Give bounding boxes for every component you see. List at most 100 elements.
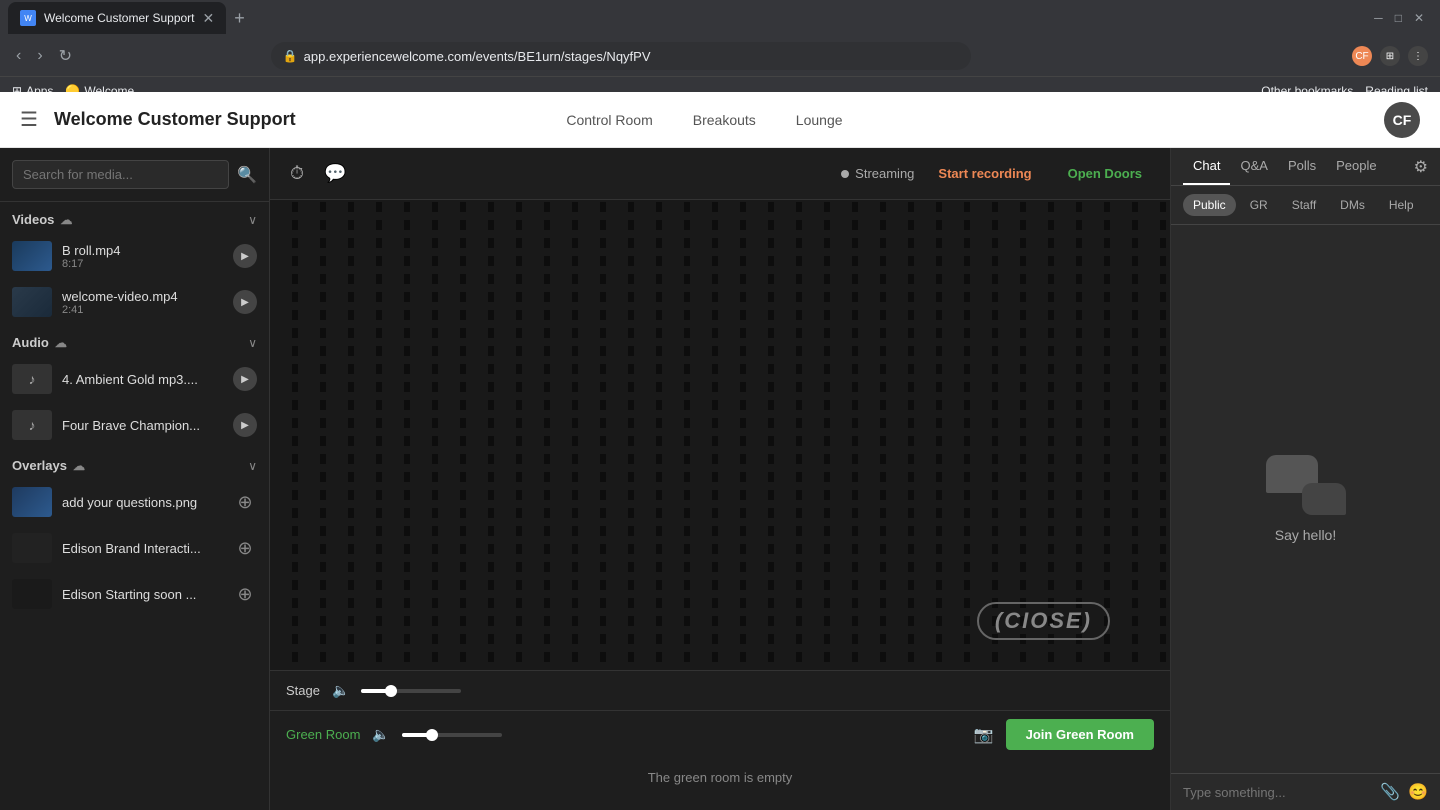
overlay-thumb-starting bbox=[12, 579, 52, 609]
stage-video: (CIOSE) bbox=[270, 200, 1170, 670]
videos-label: Videos bbox=[12, 212, 54, 227]
overlay-item-questions[interactable]: add your questions.png ⊕ bbox=[0, 479, 269, 525]
active-tab[interactable]: W Welcome Customer Support ✕ bbox=[8, 2, 226, 34]
search-icon[interactable]: 🔍 bbox=[237, 165, 257, 185]
overlay-info-starting: Edison Starting soon ... bbox=[62, 587, 223, 602]
add-overlay-starting-btn[interactable]: ⊕ bbox=[233, 582, 257, 606]
window-controls: ─ □ ✕ bbox=[1374, 11, 1432, 25]
tab-chat[interactable]: Chat bbox=[1183, 148, 1230, 185]
green-room-camera-icon[interactable]: 📷 bbox=[974, 725, 994, 745]
url-bar[interactable]: 🔒 app.experiencewelcome.com/events/BE1ur… bbox=[271, 42, 971, 70]
tab-bar: W Welcome Customer Support ✕ + ─ □ ✕ bbox=[0, 0, 1440, 36]
overlays-label: Overlays bbox=[12, 458, 67, 473]
url-text: app.experiencewelcome.com/events/BE1urn/… bbox=[304, 49, 651, 64]
add-overlay-questions-btn[interactable]: ⊕ bbox=[233, 490, 257, 514]
video-info-welcome: welcome-video.mp4 2:41 bbox=[62, 289, 223, 316]
hamburger-menu-icon[interactable]: ☰ bbox=[20, 107, 38, 132]
chat-emoji-icon[interactable]: 😊 bbox=[1408, 782, 1428, 802]
open-doors-btn[interactable]: Open Doors bbox=[1056, 160, 1154, 187]
sub-tab-public[interactable]: Public bbox=[1183, 194, 1236, 216]
app-header: ☰ Welcome Customer Support Control Room … bbox=[0, 92, 1440, 148]
minimize-btn[interactable]: ─ bbox=[1374, 11, 1383, 25]
nav-breakouts[interactable]: Breakouts bbox=[693, 108, 756, 132]
video-item-welcome[interactable]: welcome-video.mp4 2:41 ▶ bbox=[0, 279, 269, 325]
overlay-item-starting[interactable]: Edison Starting soon ... ⊕ bbox=[0, 571, 269, 617]
start-recording-btn[interactable]: Start recording bbox=[926, 160, 1043, 187]
stage-controls: Stage 🔈 bbox=[270, 670, 1170, 710]
overlay-name-questions: add your questions.png bbox=[62, 495, 223, 510]
green-room-header: Green Room 🔈 📷 Join Green Room bbox=[270, 711, 1170, 758]
play-broll-btn[interactable]: ▶ bbox=[233, 244, 257, 268]
audio-item-brave[interactable]: ♪ Four Brave Champion... ▶ bbox=[0, 402, 269, 448]
header-nav: Control Room Breakouts Lounge bbox=[566, 108, 842, 132]
main-content: 🔍 Videos ☁ ∨ B roll.mp4 8:17 ▶ bbox=[0, 148, 1440, 810]
audio-chevron-icon[interactable]: ∨ bbox=[248, 336, 257, 350]
add-overlay-brand-btn[interactable]: ⊕ bbox=[233, 536, 257, 560]
tab-close-btn[interactable]: ✕ bbox=[203, 10, 215, 27]
stage-volume-fill bbox=[361, 689, 391, 693]
tab-title: Welcome Customer Support bbox=[44, 11, 195, 25]
overlay-thumb-questions bbox=[12, 487, 52, 517]
back-btn[interactable]: ‹ bbox=[12, 43, 25, 69]
tab-people[interactable]: People bbox=[1326, 148, 1386, 185]
new-tab-btn[interactable]: + bbox=[226, 8, 253, 29]
forward-btn[interactable]: › bbox=[33, 43, 46, 69]
refresh-btn[interactable]: ↻ bbox=[55, 42, 76, 70]
green-room-empty: The green room is empty bbox=[270, 758, 1170, 797]
sub-tabs: Public GR Staff DMs Help bbox=[1171, 186, 1440, 225]
green-room-volume-slider[interactable] bbox=[402, 733, 502, 737]
chat-bubbles-illustration bbox=[1266, 455, 1346, 515]
video-thumb-broll bbox=[12, 241, 52, 271]
sub-tab-staff[interactable]: Staff bbox=[1282, 194, 1326, 216]
tab-qa[interactable]: Q&A bbox=[1230, 148, 1277, 185]
stage-label: Stage bbox=[286, 683, 320, 698]
chat-settings-icon[interactable]: ⚙ bbox=[1414, 157, 1428, 177]
right-panel: Chat Q&A Polls People ⚙ Public GR Staff … bbox=[1170, 148, 1440, 810]
video-duration-broll: 8:17 bbox=[62, 258, 223, 270]
sidebar: 🔍 Videos ☁ ∨ B roll.mp4 8:17 ▶ bbox=[0, 148, 270, 810]
video-info-broll: B roll.mp4 8:17 bbox=[62, 243, 223, 270]
sub-tab-help[interactable]: Help bbox=[1379, 194, 1424, 216]
play-ambient-btn[interactable]: ▶ bbox=[233, 367, 257, 391]
chat-attach-icon[interactable]: 📎 bbox=[1380, 782, 1400, 802]
browser-icons: CF ⊞ ⋮ bbox=[1352, 46, 1428, 66]
videos-chevron-icon[interactable]: ∨ bbox=[248, 213, 257, 227]
chat-bubble-icon[interactable]: 💬 bbox=[320, 159, 350, 188]
audio-icon-brave: ♪ bbox=[12, 410, 52, 440]
search-bar: 🔍 bbox=[0, 148, 269, 202]
green-room-area: Green Room 🔈 📷 Join Green Room The green… bbox=[270, 710, 1170, 810]
user-avatar[interactable]: CF bbox=[1384, 102, 1420, 138]
video-item-broll[interactable]: B roll.mp4 8:17 ▶ bbox=[0, 233, 269, 279]
stage-toolbar: ⏱ 💬 Streaming Start recording Open Doors bbox=[270, 148, 1170, 200]
sub-tab-gr[interactable]: GR bbox=[1240, 194, 1278, 216]
stage-logo: (CIOSE) bbox=[977, 602, 1110, 640]
search-input[interactable] bbox=[12, 160, 229, 189]
tab-favicon: W bbox=[20, 10, 36, 26]
audio-section-header: Audio ☁ ∨ bbox=[0, 325, 269, 356]
chat-input-bar: 📎 😊 bbox=[1171, 773, 1440, 810]
audio-info-ambient: 4. Ambient Gold mp3.... bbox=[62, 372, 223, 387]
overlays-chevron-icon[interactable]: ∨ bbox=[248, 459, 257, 473]
profile-icon[interactable]: CF bbox=[1352, 46, 1372, 66]
sub-tab-dms[interactable]: DMs bbox=[1330, 194, 1375, 216]
stage-background-grid bbox=[270, 200, 1170, 670]
play-brave-btn[interactable]: ▶ bbox=[233, 413, 257, 437]
chat-input[interactable] bbox=[1183, 785, 1372, 800]
stage-volume-slider[interactable] bbox=[361, 689, 461, 693]
audio-label: Audio bbox=[12, 335, 49, 350]
nav-control-room[interactable]: Control Room bbox=[566, 108, 652, 132]
close-btn[interactable]: ✕ bbox=[1414, 11, 1424, 25]
overlay-item-brand[interactable]: Edison Brand Interacti... ⊕ bbox=[0, 525, 269, 571]
nav-lounge[interactable]: Lounge bbox=[796, 108, 843, 132]
overlay-thumb-brand bbox=[12, 533, 52, 563]
audio-item-ambient[interactable]: ♪ 4. Ambient Gold mp3.... ▶ bbox=[0, 356, 269, 402]
chat-say-hello: Say hello! bbox=[1275, 527, 1336, 543]
video-name-welcome: welcome-video.mp4 bbox=[62, 289, 223, 304]
extension-icon[interactable]: ⊞ bbox=[1380, 46, 1400, 66]
timer-icon[interactable]: ⏱ bbox=[286, 159, 308, 188]
settings-browser-icon[interactable]: ⋮ bbox=[1408, 46, 1428, 66]
play-welcome-btn[interactable]: ▶ bbox=[233, 290, 257, 314]
tab-polls[interactable]: Polls bbox=[1278, 148, 1326, 185]
maximize-btn[interactable]: □ bbox=[1395, 11, 1402, 25]
join-green-room-btn[interactable]: Join Green Room bbox=[1006, 719, 1154, 750]
